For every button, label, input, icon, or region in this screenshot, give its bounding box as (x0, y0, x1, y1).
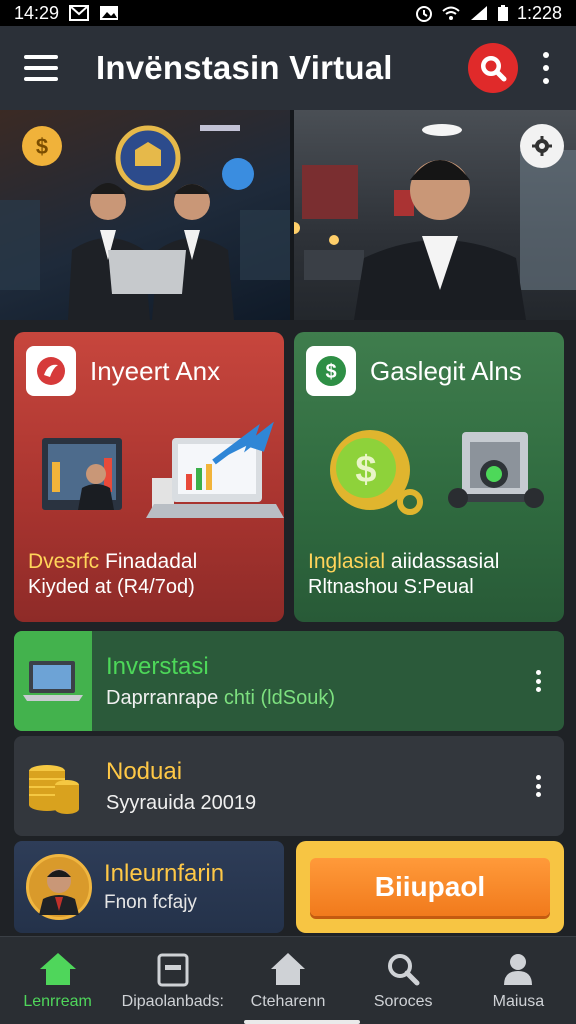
card-subtitle: Dvesrfc Finadadal (28, 550, 198, 573)
nav-label: Soroces (373, 992, 433, 1010)
list-item-investasi[interactable]: Inverstasi Daprranrape chti (ldSouk) (14, 631, 564, 731)
app-title: Invënstasin Virtual (96, 49, 393, 86)
nav-item-search[interactable]: Soroces (346, 937, 461, 1024)
laptop-icon (14, 631, 92, 731)
action-button[interactable]: Biiupaol (310, 858, 550, 916)
gear-icon (532, 136, 552, 156)
card-subtitle: Inglasial aiidassasial (308, 550, 500, 573)
coins-icon (14, 736, 92, 836)
feature-cards: Inyeert Anx Dvesrfc Finadadal Kiyded at … (14, 332, 564, 622)
wallet-icon (157, 953, 189, 986)
card-title: Gaslegit Alns (370, 355, 522, 386)
team-illustration: $ (0, 125, 290, 320)
monitor-laptop-illustration (42, 422, 284, 518)
svg-text:$: $ (36, 134, 48, 159)
app-logo-icon (26, 346, 76, 396)
status-right-time: 1:228 (516, 2, 562, 23)
search-button[interactable] (468, 43, 518, 93)
dollar-logo-icon: $ (306, 346, 356, 396)
mail-icon (69, 5, 90, 21)
alarm-icon (415, 6, 432, 22)
home-icon (39, 952, 76, 985)
feature-card-gain[interactable]: $ Gaslegit Alns $ Inglasial aiidassasial… (294, 332, 564, 622)
card-detail: Kiyded at (R4/7od) (28, 576, 195, 598)
nav-item-home[interactable]: Lenrream (0, 937, 115, 1024)
avatar (26, 854, 92, 920)
search-icon (388, 953, 420, 985)
nav-label: Dipaolanbads: (121, 992, 224, 1010)
wifi-icon (442, 6, 460, 20)
status-time: 14:29 (14, 2, 60, 23)
search-icon (481, 56, 507, 82)
nav-label: Cteharenn (250, 992, 326, 1010)
list-item-more-icon[interactable] (532, 670, 544, 692)
app-bar: Invënstasin Virtual (0, 26, 576, 110)
list-item-subtitle: Syyrauida 20019 (106, 791, 257, 814)
nav-indicator (244, 1020, 360, 1024)
profile-title: Inleurnfarin (104, 860, 225, 887)
hero-banner: $ (0, 110, 576, 320)
card-title: Inyeert Anx (90, 355, 221, 386)
settings-button[interactable] (520, 124, 564, 168)
list-item-more-icon[interactable] (532, 775, 544, 797)
signal-icon (470, 6, 487, 20)
hamburger-menu-icon[interactable] (24, 55, 58, 81)
user-icon (504, 953, 533, 985)
bottom-cards: Inleurnfarin Fnon fcfajy Biiupaol (14, 841, 564, 933)
feature-card-invest[interactable]: Inyeert Anx Dvesrfc Finadadal Kiyded at … (14, 332, 284, 622)
action-card: Biiupaol (296, 841, 564, 933)
profile-subtitle: Fnon fcfajy (104, 892, 197, 913)
list-item-title: Inverstasi (106, 652, 209, 680)
banner-image-advisor[interactable] (294, 110, 576, 320)
status-bar: 14:29 1:228 (0, 0, 576, 26)
list-item-subtitle: Daprranrape chti (ldSouk) (106, 686, 335, 709)
nav-item-house[interactable]: Cteharenn (230, 937, 345, 1024)
profile-card[interactable]: Inleurnfarin Fnon fcfajy (14, 841, 284, 933)
svg-text:$: $ (355, 449, 376, 491)
svg-text:$: $ (325, 361, 336, 383)
card-detail: Rltnashou S:Peual (308, 576, 474, 598)
coin-safe-illustration: $ (330, 430, 544, 515)
nav-item-profile[interactable]: Maiusa (461, 937, 576, 1024)
list-item-noduai[interactable]: Noduai Syyrauida 20019 (14, 736, 564, 836)
nav-label: Lenrream (23, 992, 92, 1010)
house-icon (271, 952, 305, 985)
image-icon (100, 6, 119, 20)
banner-image-team[interactable]: $ (0, 110, 290, 320)
nav-item-wallet[interactable]: Dipaolanbads: (115, 937, 230, 1024)
bottom-navigation: Lenrream Dipaolanbads: Cteharenn Soroces… (0, 936, 576, 1024)
nav-label: Maiusa (492, 992, 545, 1010)
list-item-title: Noduai (106, 757, 183, 785)
battery-icon (497, 5, 508, 21)
more-options-icon[interactable] (540, 52, 552, 84)
